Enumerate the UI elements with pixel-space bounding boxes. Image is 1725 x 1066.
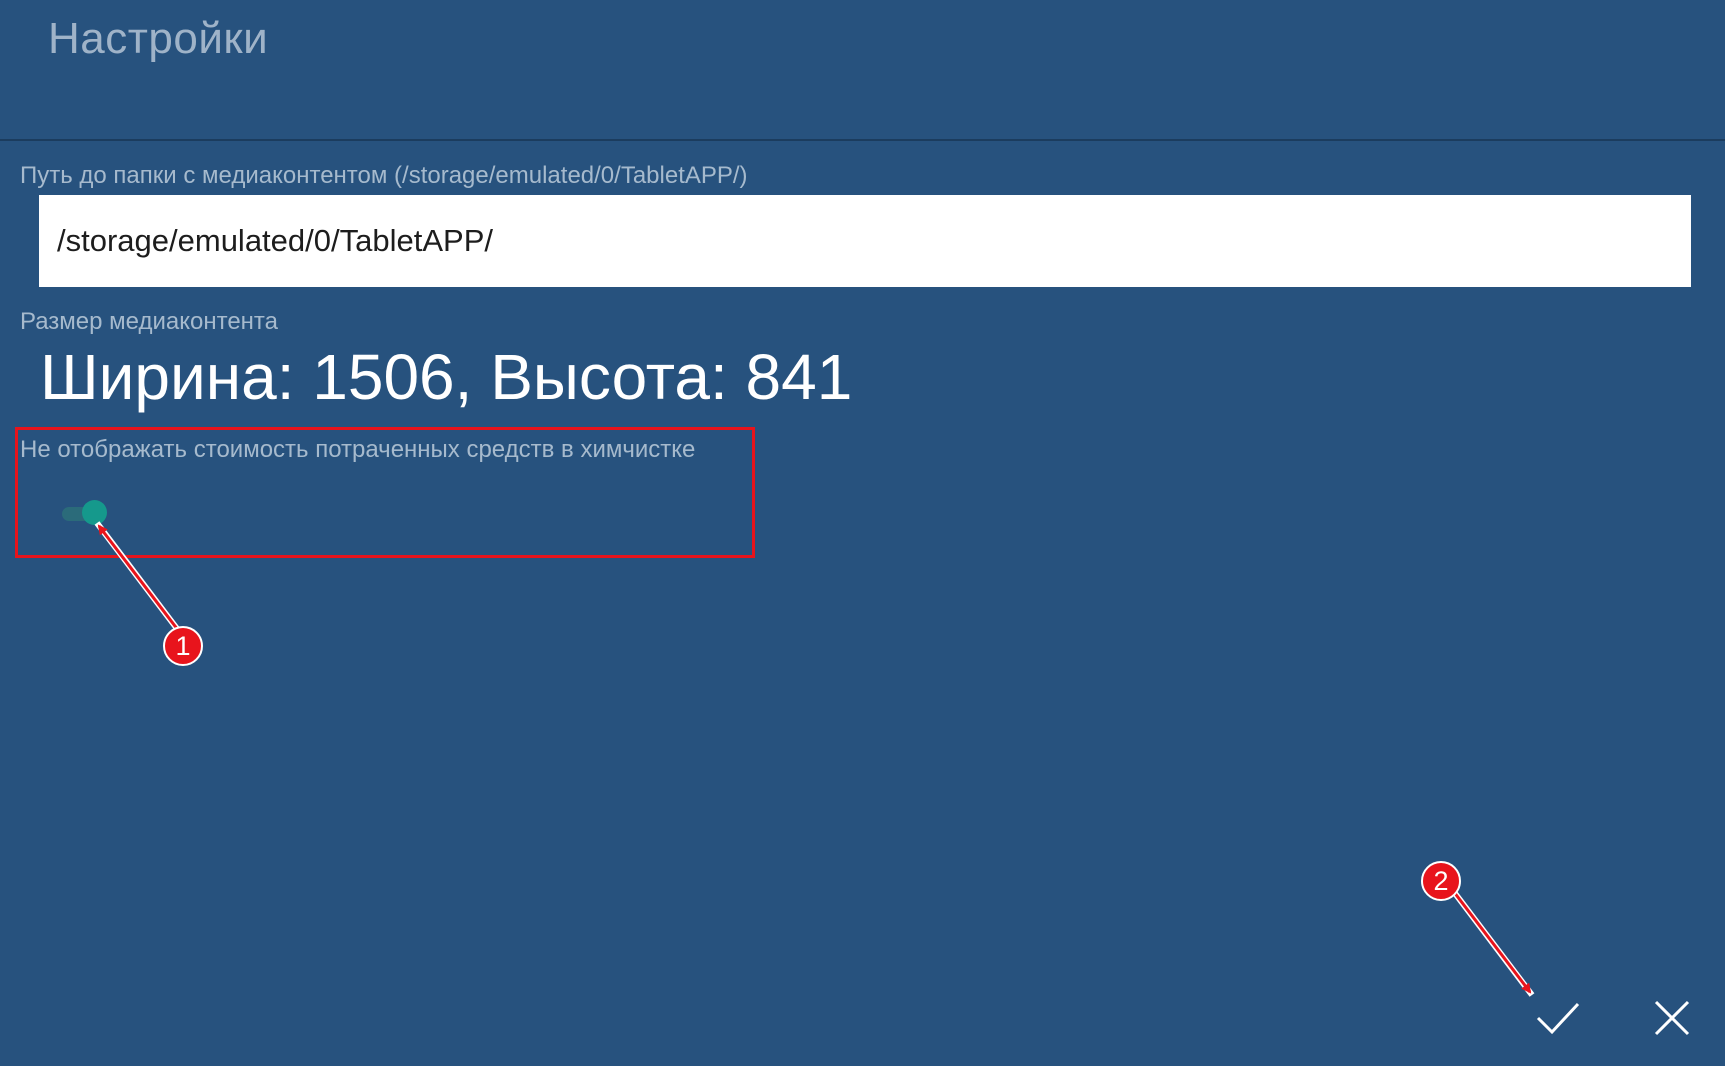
close-icon bbox=[1654, 1000, 1690, 1036]
annotation-badge-2: 2 bbox=[1421, 861, 1461, 901]
cancel-button[interactable] bbox=[1642, 988, 1702, 1048]
media-size-label: Размер медиаконтента bbox=[20, 308, 278, 335]
app-header: Настройки bbox=[0, 0, 1725, 141]
check-icon bbox=[1536, 1002, 1580, 1035]
media-path-input[interactable] bbox=[39, 195, 1691, 287]
annotation-badge-1: 1 bbox=[163, 626, 203, 666]
annotation-highlight-box bbox=[15, 427, 755, 558]
media-path-label: Путь до папки с медиаконтентом (/storage… bbox=[20, 162, 748, 189]
page-title: Настройки bbox=[48, 14, 269, 63]
annotation-arrow-2 bbox=[1451, 890, 1535, 997]
confirm-button[interactable] bbox=[1528, 988, 1588, 1048]
media-size-value: Ширина: 1506, Высота: 841 bbox=[40, 341, 853, 413]
